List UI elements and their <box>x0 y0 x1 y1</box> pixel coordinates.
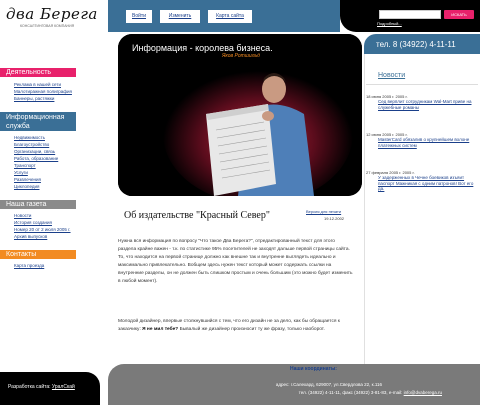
section-contacts[interactable]: Контакты <box>0 250 76 259</box>
footer-heading: Наши координаты: <box>290 366 337 372</box>
newspaper-links: Новости История создания Номер 20 от 2 и… <box>14 212 71 240</box>
activity-links: Реклама в нашей сети Малотиражная полигр… <box>14 81 72 102</box>
sidebar-link[interactable]: Услуги <box>14 169 58 176</box>
sidebar-link[interactable]: Циклопедия <box>14 183 58 190</box>
news-link[interactable]: Сед верплит сотрудникам Wal-Mart приве н… <box>378 99 478 110</box>
sidebar-link[interactable]: Карта проезда <box>14 262 44 269</box>
article-date: 19.12.2002 <box>324 216 345 221</box>
contacts-links: Карта проезда <box>14 262 44 269</box>
advanced-search-link[interactable]: Подробный... <box>377 21 402 26</box>
sidebar-link[interactable]: История создания <box>14 219 71 226</box>
news-link[interactable]: MasterCard обязалив о крупнейшем волоне … <box>378 137 478 148</box>
sidebar-link[interactable]: Архив выпусков <box>14 233 71 240</box>
search-button[interactable]: ИСКАТЬ <box>444 10 474 19</box>
info-links: Недвижимость Благоустройство Организации… <box>14 134 58 190</box>
footer-contacts-text: тел. (34922) 4-11-11, факс (34922) 3-81-… <box>298 390 403 395</box>
tab-edit[interactable]: Изменить <box>160 10 200 23</box>
section-title: Информационная служба <box>6 114 65 130</box>
article-title: Об издательстве "Красный Север" <box>124 210 270 221</box>
section-title: Деятельность <box>6 69 52 76</box>
contact-phone: тел. 8 (34922) 4-11-11 <box>364 34 480 54</box>
news-item: 18 июня 2005 г. 2005 г. Сед верплит сотр… <box>366 94 478 110</box>
developer-prefix: Разработка сайта: <box>8 384 51 390</box>
article-paragraph: Нужна вся информация по вопросу "Что так… <box>118 239 353 284</box>
sidebar-link[interactable]: Организации, связь <box>14 148 58 155</box>
news-item: 27 февраля 2005 г. 2005 г. У задерженных… <box>366 170 478 192</box>
top-bar: Войти Изменить Карта сайта ИСКАТЬ Подроб… <box>108 0 480 32</box>
section-info-service[interactable]: Информационная служба <box>0 112 76 131</box>
footer-address: адрес: г.Салехард, 629007, ул.Свердлова … <box>275 382 382 387</box>
hero-subtitle: Яков Ротшильд <box>222 53 260 59</box>
article-text: Бывалый же дизайнер произносит ту же фра… <box>179 327 325 332</box>
footer-email-link[interactable]: info@dvaberega.ru <box>404 390 442 395</box>
search-input[interactable] <box>379 10 441 19</box>
sidebar-link[interactable]: Номер 20 от 2 июля 2005 г. <box>14 226 71 233</box>
article-emphasis: Я не мил тебе? <box>142 327 179 332</box>
developer-link[interactable]: УралСкай <box>52 384 75 390</box>
tab-sitemap[interactable]: Карта сайта <box>208 10 252 23</box>
left-column: два Берега КОНСАЛТИНГОВАЯ КОМПАНИЯ Деяте… <box>0 0 108 405</box>
sidebar-link[interactable]: Работа, образование <box>14 155 58 162</box>
print-version-link[interactable]: Версия для печати <box>306 209 341 214</box>
developer-credit: Разработка сайта: УралСкай <box>0 372 100 405</box>
tab-login[interactable]: Войти <box>126 10 152 23</box>
section-title: Контакты <box>6 251 37 258</box>
hero-title: Информация - королева бизнеса. <box>132 43 273 53</box>
sidebar-link[interactable]: Благоустройство <box>14 141 58 148</box>
logo[interactable]: два Берега КОНСАЛТИНГОВАЯ КОМПАНИЯ <box>6 5 98 28</box>
logo-slogan: КОНСАЛТИНГОВАЯ КОМПАНИЯ <box>20 24 75 28</box>
sidebar-link[interactable]: Недвижимость <box>14 134 58 141</box>
news-separator <box>366 84 478 85</box>
hero-banner: Информация - королева бизнеса. Яков Ротш… <box>118 34 362 196</box>
sidebar-link[interactable]: Малотиражная полиграфия <box>14 88 72 95</box>
sidebar-link[interactable]: Новости <box>14 212 71 219</box>
logo-name: два Берега <box>6 5 98 23</box>
section-activity[interactable]: Деятельность <box>0 68 76 77</box>
section-title: Наша газета <box>6 201 47 208</box>
news-item: 12 июня 2005 г. 2005 г. MasterCard обяза… <box>366 132 478 148</box>
sidebar-link[interactable]: Реклама в нашей сети <box>14 81 72 88</box>
right-divider <box>364 54 365 364</box>
sidebar-link[interactable]: Развлечения <box>14 176 58 183</box>
section-newspaper[interactable]: Наша газета <box>0 200 76 209</box>
sidebar-link[interactable]: Баннеры, растяжки <box>14 95 72 102</box>
news-heading[interactable]: Новости <box>378 72 405 79</box>
article-paragraph: Молодой дизайнер, впервые столкнувшийся … <box>118 318 354 334</box>
sidebar-link[interactable]: Транспорт <box>14 162 58 169</box>
news-link[interactable]: У задерженных в Чечне боевиков изъяит па… <box>378 175 478 192</box>
footer-contacts: тел. (34922) 4-11-11, факс (34922) 3-81-… <box>232 390 442 395</box>
